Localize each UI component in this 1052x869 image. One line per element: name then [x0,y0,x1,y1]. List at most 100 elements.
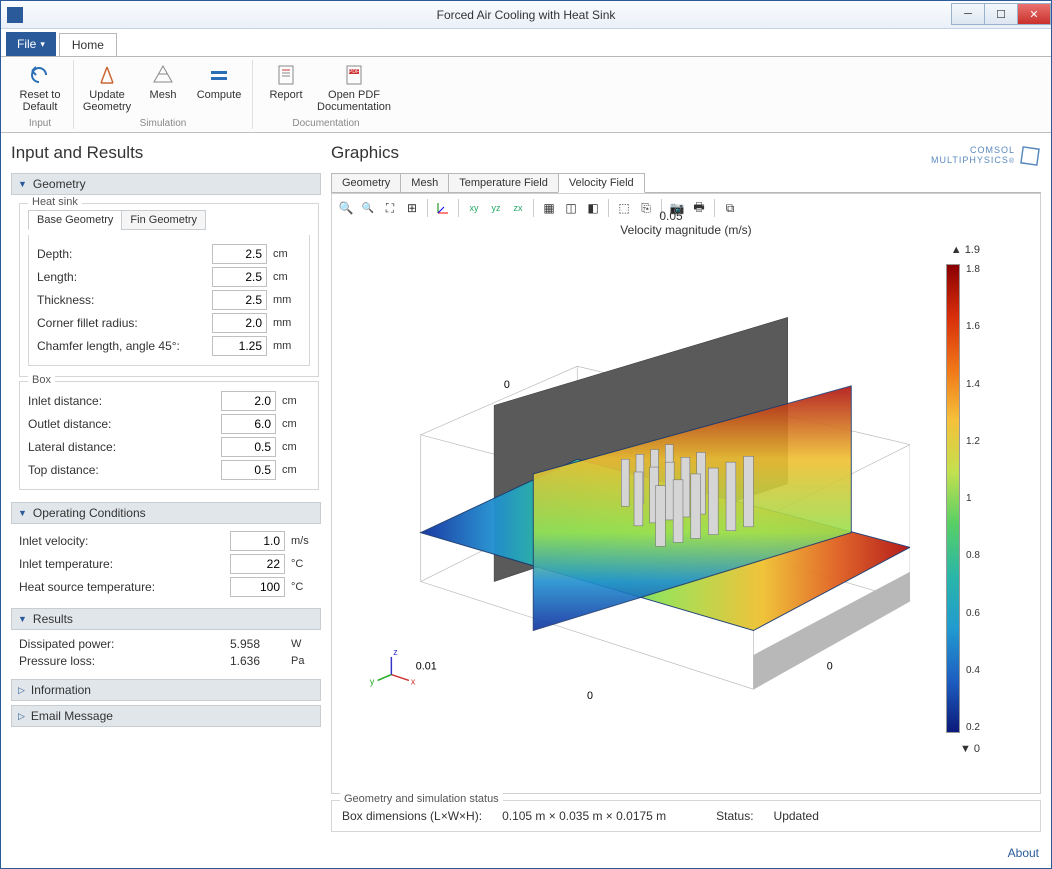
heat-src-label: Heat source temperature: [19,580,224,594]
section-information-label: Information [31,683,91,697]
update-geometry-label: Update Geometry [83,89,131,113]
graphics-tabs: Geometry Mesh Temperature Field Velocity… [331,173,1041,193]
lateral-dist-input[interactable] [221,437,276,457]
fillet-unit: mm [273,317,301,329]
heat-src-input[interactable] [230,577,285,597]
titlebar: Forced Air Cooling with Heat Sink ─ ☐ ✕ [1,1,1051,29]
section-operating-label: Operating Conditions [33,506,146,520]
undo-icon [28,63,52,87]
section-information[interactable]: ▷Information [11,679,321,701]
equals-icon [207,63,231,87]
left-panel: Input and Results ▼Geometry Heat sink Ba… [11,143,321,832]
top-dist-input[interactable] [221,460,276,480]
cb-tick: 0.2 [966,722,1000,733]
tab-home[interactable]: Home [59,33,117,56]
depth-unit: cm [273,248,301,260]
fillet-input[interactable] [212,313,267,333]
chamfer-label: Chamfer length, angle 45°: [37,339,206,353]
compute-button[interactable]: Compute [192,60,246,116]
colorbar [946,264,960,733]
colorbar-ticks: 1.8 1.6 1.4 1.2 1 0.8 0.6 0.4 0.2 [966,264,1000,733]
tab-fin-geometry[interactable]: Fin Geometry [121,210,206,230]
ribbon-group-simulation: Simulation [140,118,187,129]
gtab-mesh[interactable]: Mesh [400,173,449,193]
maximize-button[interactable]: ☐ [984,3,1018,25]
close-button[interactable]: ✕ [1017,3,1051,25]
top-axis-tick: 0.05 [659,209,682,223]
app-icon [7,7,23,23]
colorbar-min: ▼ 0 [960,743,980,755]
inlet-temp-input[interactable] [230,554,285,574]
inlet-dist-unit: cm [282,395,310,407]
box-dim-label: Box dimensions (L×W×H): [342,809,482,823]
file-menu[interactable]: File [6,32,56,56]
compute-label: Compute [197,89,242,101]
gtab-temperature[interactable]: Temperature Field [448,173,559,193]
logo-text-bottom: MULTIPHYSICS [931,155,1009,165]
section-email[interactable]: ▷Email Message [11,705,321,727]
plot-title-text: Velocity magnitude (m/s) [620,223,751,237]
svg-text:z: z [393,647,397,657]
section-geometry[interactable]: ▼Geometry [11,173,321,195]
inlet-dist-label: Inlet distance: [28,394,215,408]
reset-label: Reset to Default [19,89,61,113]
about-link[interactable]: About [1,842,1051,868]
cb-tick: 0.4 [966,665,1000,676]
gtab-geometry[interactable]: Geometry [331,173,401,193]
window-title: Forced Air Cooling with Heat Sink [1,8,1051,22]
cb-tick: 1.6 [966,321,1000,332]
graphics-title: Graphics [331,143,399,163]
section-email-label: Email Message [31,709,113,723]
depth-label: Depth: [37,247,206,261]
open-pdf-button[interactable]: PDF Open PDF Documentation [315,60,393,116]
outlet-dist-input[interactable] [221,414,276,434]
ribbon-group-input: Input [29,118,51,129]
inlet-vel-input[interactable] [230,531,285,551]
thickness-label: Thickness: [37,293,206,307]
section-results[interactable]: ▼Results [11,608,321,630]
length-unit: cm [273,271,301,283]
lateral-dist-unit: cm [282,441,310,453]
section-operating[interactable]: ▼Operating Conditions [11,502,321,524]
inlet-dist-input[interactable] [221,391,276,411]
svg-text:PDF: PDF [349,69,359,75]
thickness-input[interactable] [212,290,267,310]
app-window: Forced Air Cooling with Heat Sink ─ ☐ ✕ … [0,0,1052,869]
press-loss-value: 1.636 [230,654,285,668]
report-button[interactable]: Report [259,60,313,116]
reset-button[interactable]: Reset to Default [13,60,67,116]
heat-sink-legend: Heat sink [28,196,82,208]
lateral-dist-label: Lateral distance: [28,440,215,454]
thickness-unit: mm [273,294,301,306]
inlet-temp-label: Inlet temperature: [19,557,224,571]
gtab-velocity[interactable]: Velocity Field [558,173,645,193]
heat-src-unit: °C [291,581,319,593]
comsol-logo: COMSOL MULTIPHYSICS® [931,145,1041,167]
report-label: Report [269,89,302,101]
update-geometry-button[interactable]: Update Geometry [80,60,134,116]
svg-text:0.01: 0.01 [416,661,437,673]
diss-power-value: 5.958 [230,637,285,651]
inlet-vel-unit: m/s [291,535,319,547]
status-legend: Geometry and simulation status [340,793,503,805]
mesh-button[interactable]: Mesh [136,60,190,116]
chamfer-input[interactable] [212,336,267,356]
top-dist-label: Top distance: [28,463,215,477]
outlet-dist-label: Outlet distance: [28,417,215,431]
section-geometry-label: Geometry [33,177,86,191]
menu-bar: File Home [1,29,1051,57]
report-icon [274,63,298,87]
depth-input[interactable] [212,244,267,264]
tab-base-geometry[interactable]: Base Geometry [28,210,122,230]
mesh-label: Mesh [150,89,177,101]
inlet-temp-unit: °C [291,558,319,570]
cb-tick: 1.8 [966,264,1000,275]
graphics-canvas[interactable]: 🔍 🔍 ⛶ ⊞ xy yz zx ▦ ◫ ◧ ⬚ ⎘ [331,193,1041,794]
length-input[interactable] [212,267,267,287]
ribbon-group-documentation: Documentation [292,118,359,129]
cb-tick: 0.6 [966,608,1000,619]
svg-text:y: y [370,676,375,686]
outlet-dist-unit: cm [282,418,310,430]
pdf-icon: PDF [342,63,366,87]
minimize-button[interactable]: ─ [951,3,985,25]
